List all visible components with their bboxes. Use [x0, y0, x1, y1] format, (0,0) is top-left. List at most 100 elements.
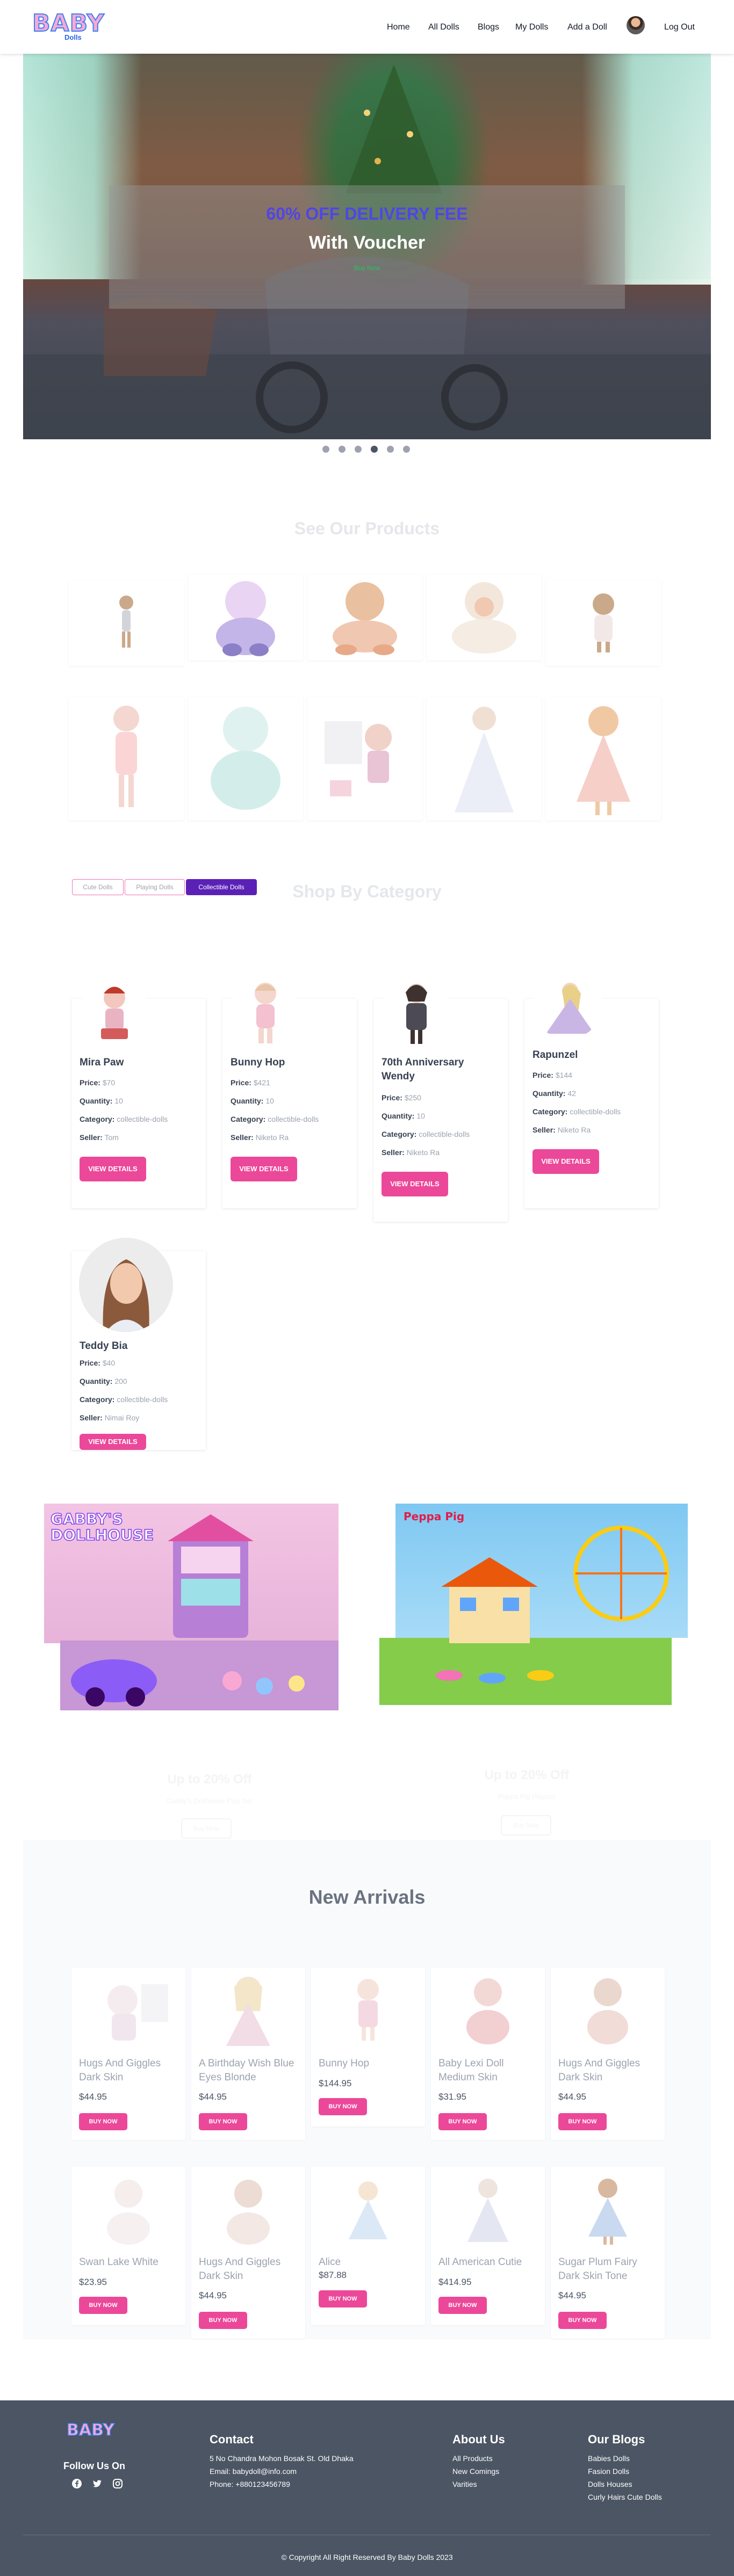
user-avatar[interactable]: [627, 16, 645, 34]
gallery-tile[interactable]: [69, 580, 184, 666]
buy-now-button[interactable]: BUY NOW: [438, 2297, 487, 2314]
gallery-title: See Our Products: [294, 519, 440, 538]
gallery-tile[interactable]: [546, 580, 661, 666]
arrival-name: Hugs And Giggles Dark Skin: [199, 2256, 281, 2282]
twitter-icon[interactable]: [92, 2478, 103, 2489]
arrival-image[interactable]: [191, 2167, 305, 2245]
promo-illustration: [436, 1526, 669, 1684]
arrival-name: Alice: [319, 2256, 341, 2268]
arrival-image[interactable]: [431, 1968, 545, 2046]
nav-logout[interactable]: Log Out: [664, 23, 695, 32]
arrival-price: $44.95: [199, 2290, 227, 2301]
doll-image: [577, 706, 630, 815]
buy-now-button[interactable]: BUY NOW: [558, 2113, 607, 2130]
product-name: Teddy Bia: [80, 1340, 128, 1352]
footer-blog-babies-dolls[interactable]: Babies Dolls: [588, 2454, 630, 2463]
carousel-dot-5[interactable]: [387, 446, 394, 453]
gallery-tile[interactable]: [427, 697, 542, 821]
promo-buy-button[interactable]: Buy Now: [501, 1815, 551, 1835]
arrival-image[interactable]: [71, 1968, 185, 2046]
nav-home[interactable]: Home: [387, 23, 410, 32]
product-seller: Seller: Niketo Ra: [382, 1148, 440, 1157]
product-quantity: Quantity: 200: [80, 1377, 127, 1385]
nav-my-dolls[interactable]: My Dolls: [515, 23, 548, 32]
product-seller: Seller: Niketo Ra: [231, 1133, 289, 1142]
nav-all-dolls[interactable]: All Dolls: [428, 23, 459, 32]
arrival-card: Hugs And Giggles Dark Skin $44.95 BUY NO…: [551, 1968, 665, 2140]
gallery-tile[interactable]: [188, 575, 303, 661]
nav-add-doll[interactable]: Add a Doll: [567, 23, 607, 32]
footer-logo[interactable]: BABY: [66, 2420, 126, 2447]
view-details-button[interactable]: VIEW DETAILS: [231, 1157, 297, 1181]
doll-image: [216, 581, 275, 656]
nav-blogs[interactable]: Blogs: [478, 23, 499, 32]
buy-now-button[interactable]: BUY NOW: [438, 2113, 487, 2130]
arrival-image[interactable]: [71, 2167, 185, 2245]
buy-now-button[interactable]: BUY NOW: [79, 2113, 127, 2130]
promo-gabbys-dollhouse[interactable]: GABBY'S DOLLHOUSE: [44, 1504, 339, 1710]
gallery-tile[interactable]: [307, 575, 422, 661]
brand-logo[interactable]: BABY Dolls: [32, 9, 113, 44]
arrival-image[interactable]: [551, 2167, 665, 2245]
carousel-dot-6[interactable]: [403, 446, 410, 453]
facebook-icon[interactable]: [71, 2478, 82, 2489]
product-category: Category: collectible-dolls: [532, 1107, 621, 1116]
arrival-price: $44.95: [558, 2092, 586, 2102]
product-card: 70th Anniversary Wendy Price: $250 Quant…: [373, 977, 508, 1222]
arrival-price: $87.88: [319, 2270, 347, 2280]
footer-blog-dolls-houses[interactable]: Dolls Houses: [588, 2480, 632, 2488]
promo-buy-button[interactable]: Buy Now: [181, 1818, 232, 1839]
doll-image: [325, 721, 392, 796]
top-navbar: BABY Dolls Home All Dolls Blogs My Dolls…: [0, 0, 734, 54]
carousel-dot-1[interactable]: [322, 446, 329, 453]
product-card: Bunny Hop Price: $421 Quantity: 10 Categ…: [222, 977, 357, 1208]
gallery-tile[interactable]: [69, 697, 184, 821]
product-image[interactable]: [79, 1238, 173, 1332]
view-details-button[interactable]: VIEW DETAILS: [532, 1149, 599, 1174]
arrival-image[interactable]: [431, 2167, 545, 2245]
product-image[interactable]: [532, 969, 602, 1039]
buy-now-button[interactable]: BUY NOW: [199, 2312, 247, 2329]
instagram-icon[interactable]: [112, 2478, 123, 2489]
footer-link-varities[interactable]: Varities: [452, 2480, 477, 2488]
hero-subheadline: With Voucher: [308, 233, 426, 253]
buy-now-button[interactable]: BUY NOW: [319, 2098, 367, 2115]
view-details-button[interactable]: VIEW DETAILS: [382, 1172, 448, 1196]
hero-headline: 60% OFF DELIVERY FEE: [266, 204, 468, 223]
gallery-tile[interactable]: [546, 697, 661, 821]
gallery-tile[interactable]: [188, 697, 303, 821]
promo-subtitle: Peppa Pig Playset: [498, 1793, 556, 1801]
product-image[interactable]: [231, 977, 300, 1047]
carousel-dot-3[interactable]: [355, 446, 362, 453]
product-seller: Seller: Nimai Roy: [80, 1413, 140, 1422]
view-details-button[interactable]: VIEW DETAILS: [80, 1157, 146, 1181]
hero-cta-button[interactable]: Buy Now: [340, 264, 394, 277]
footer-blog-fasion-dolls[interactable]: Fasion Dolls: [588, 2467, 629, 2476]
buy-now-button[interactable]: BUY NOW: [79, 2297, 127, 2314]
product-image[interactable]: [80, 977, 149, 1047]
buy-now-button[interactable]: BUY NOW: [319, 2290, 367, 2307]
arrival-image[interactable]: [311, 2167, 425, 2245]
product-name: Rapunzel: [532, 1049, 578, 1061]
footer-blog-curly-hairs[interactable]: Curly Hairs Cute Dolls: [588, 2493, 662, 2501]
gallery-tile[interactable]: [307, 697, 422, 821]
product-image[interactable]: [382, 977, 451, 1047]
product-name: Mira Paw: [80, 1057, 124, 1068]
doll-image: [119, 596, 133, 648]
carousel-dot-2[interactable]: [339, 446, 346, 453]
product-name: Bunny Hop: [231, 1057, 285, 1068]
arrival-image[interactable]: [191, 1968, 305, 2046]
buy-now-button[interactable]: BUY NOW: [558, 2312, 607, 2329]
arrival-price: $44.95: [199, 2092, 227, 2102]
footer-link-new-comings[interactable]: New Comings: [452, 2467, 499, 2476]
arrival-price: $23.95: [79, 2277, 107, 2287]
product-seller: Seller: Tom: [80, 1133, 119, 1142]
view-details-button[interactable]: VIEW DETAILS: [80, 1434, 146, 1450]
buy-now-button[interactable]: BUY NOW: [199, 2113, 247, 2130]
arrival-image[interactable]: [311, 1968, 425, 2046]
gallery-tile[interactable]: [427, 575, 542, 661]
footer-link-all-products[interactable]: All Products: [452, 2454, 493, 2463]
arrival-image[interactable]: [551, 1968, 665, 2046]
carousel-dot-4[interactable]: [371, 446, 378, 453]
promo-peppa-pig[interactable]: Peppa Pig: [379, 1504, 688, 1705]
